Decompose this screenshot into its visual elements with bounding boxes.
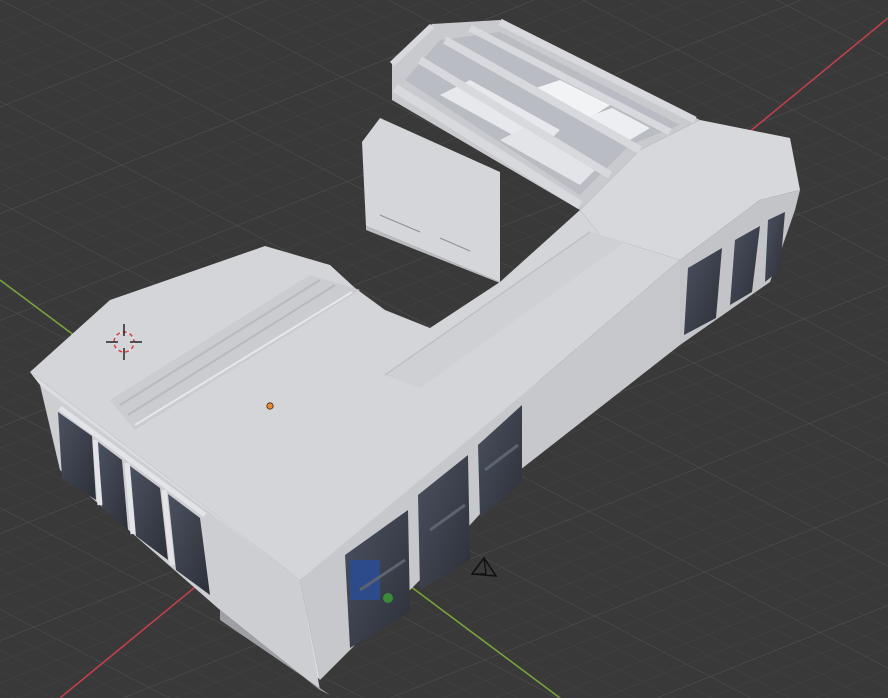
viewport-canvas[interactable] [0,0,888,698]
object-origin-icon[interactable] [266,402,274,410]
3d-viewport[interactable] [0,0,888,698]
